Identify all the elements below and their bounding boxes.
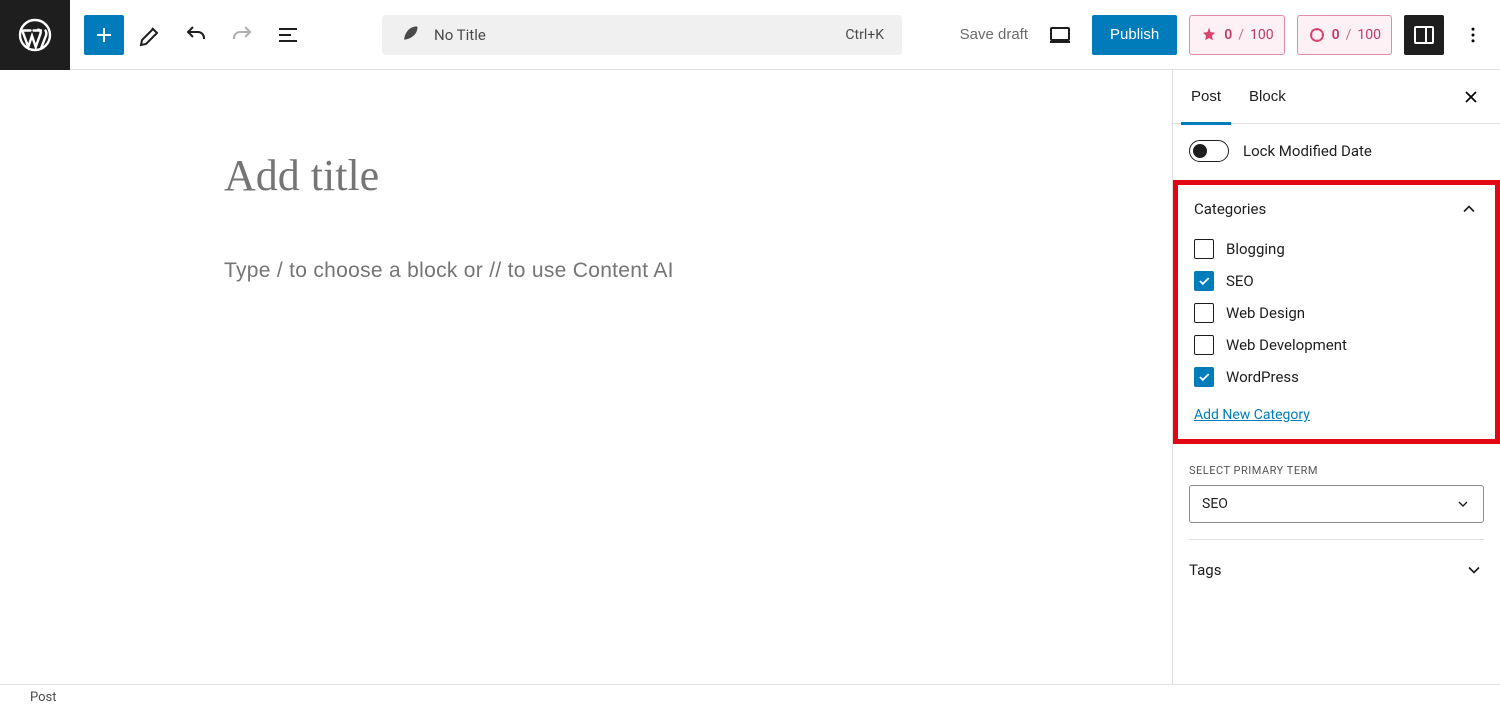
edit-mode-button[interactable] (130, 15, 170, 55)
chevron-down-icon (1455, 496, 1471, 512)
chevron-up-icon (1459, 199, 1479, 219)
view-button[interactable] (1040, 15, 1080, 55)
content-input[interactable]: Type / to choose a block or // to use Co… (224, 259, 1172, 283)
tab-post[interactable]: Post (1177, 70, 1235, 124)
chevron-down-icon (1464, 560, 1484, 580)
settings-panel-toggle[interactable] (1404, 15, 1444, 55)
categories-panel-highlight: Categories Blogging SEO Web Design Web Deve… (1173, 180, 1500, 444)
category-item: WordPress (1194, 361, 1479, 393)
category-checkbox[interactable] (1194, 239, 1214, 259)
category-checkbox[interactable] (1194, 303, 1214, 323)
feather-icon (400, 23, 420, 47)
category-checkbox[interactable] (1194, 367, 1214, 387)
undo-button[interactable] (176, 15, 216, 55)
lock-modified-toggle[interactable] (1189, 140, 1229, 162)
settings-sidebar: Post Block Lock Modified Date Categories… (1172, 70, 1500, 684)
category-item: SEO (1194, 265, 1479, 297)
title-input[interactable]: Add title (224, 150, 1172, 201)
seo-score-badge[interactable]: 0 / 100 (1189, 15, 1284, 55)
add-block-button[interactable] (84, 15, 124, 55)
command-bar[interactable]: No Title Ctrl+K (382, 15, 902, 55)
tags-panel-header[interactable]: Tags (1173, 540, 1500, 594)
command-title: No Title (434, 26, 845, 44)
category-checkbox[interactable] (1194, 335, 1214, 355)
tab-block[interactable]: Block (1235, 70, 1300, 124)
editor-canvas[interactable]: Add title Type / to choose a block or //… (0, 70, 1172, 684)
lock-modified-label: Lock Modified Date (1243, 142, 1372, 160)
save-draft-button[interactable]: Save draft (960, 26, 1028, 43)
wordpress-logo[interactable] (0, 0, 70, 70)
breadcrumb[interactable]: Post (30, 690, 57, 705)
categories-panel-header[interactable]: Categories (1178, 185, 1495, 233)
category-item: Web Development (1194, 329, 1479, 361)
redo-button[interactable] (222, 15, 262, 55)
document-overview-button[interactable] (268, 15, 308, 55)
publish-button[interactable]: Publish (1092, 15, 1177, 55)
category-item: Web Design (1194, 297, 1479, 329)
category-label: SEO (1226, 272, 1254, 290)
category-checkbox[interactable] (1194, 271, 1214, 291)
category-label: WordPress (1226, 368, 1299, 386)
close-sidebar-button[interactable] (1456, 82, 1486, 112)
add-new-category-link[interactable]: Add New Category (1178, 403, 1495, 439)
category-label: Blogging (1226, 240, 1285, 258)
options-menu-button[interactable] (1456, 15, 1490, 55)
category-label: Web Development (1226, 336, 1347, 354)
primary-term-select[interactable]: SEO (1189, 485, 1484, 523)
content-score-badge[interactable]: 0 / 100 (1297, 15, 1392, 55)
primary-term-label: SELECT PRIMARY TERM (1173, 446, 1500, 485)
category-item: Blogging (1194, 233, 1479, 265)
category-label: Web Design (1226, 304, 1305, 322)
command-shortcut: Ctrl+K (845, 27, 884, 43)
